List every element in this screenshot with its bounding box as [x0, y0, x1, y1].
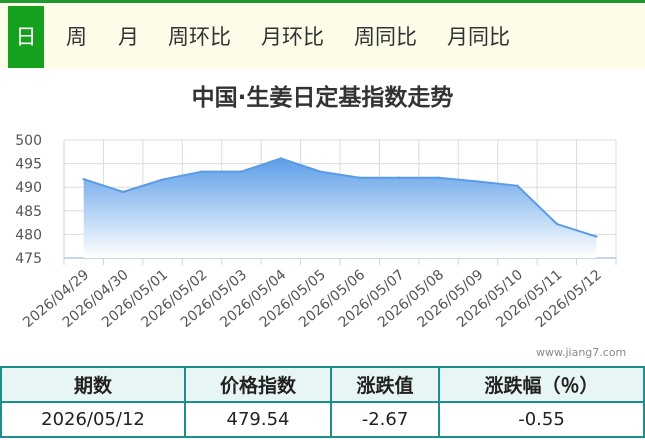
index-trend-chart: 4754804854904955002026/04/292026/04/3020… — [15, 133, 617, 331]
data-point — [82, 177, 85, 181]
data-point — [200, 170, 204, 173]
data-point — [595, 235, 598, 238]
watermark: www.jiang7.com — [536, 346, 627, 359]
y-tick-label: 500 — [15, 133, 42, 149]
data-point — [358, 176, 361, 179]
data-point — [397, 176, 401, 179]
data-point — [476, 180, 480, 183]
header-change-value: 涨跌值 — [330, 366, 440, 403]
data-point — [240, 170, 243, 173]
data-point — [161, 178, 164, 181]
table-row: 2026/05/12 479.54 -2.67 -0.55 — [0, 401, 645, 438]
cell-period: 2026/05/12 — [0, 401, 186, 438]
header-change-percent: 涨跌幅（％） — [438, 366, 645, 403]
data-point — [279, 157, 283, 160]
header-price-index: 价格指数 — [184, 366, 332, 403]
data-point — [516, 184, 519, 187]
data-point — [555, 222, 559, 226]
y-tick-label: 480 — [15, 227, 42, 243]
data-point — [437, 176, 440, 179]
cell-change-percent: -0.55 — [438, 401, 645, 438]
data-point — [319, 170, 322, 173]
data-point — [121, 190, 125, 194]
cell-change-value: -2.67 — [330, 401, 440, 438]
cell-price-index: 479.54 — [184, 401, 332, 438]
y-tick-label: 485 — [15, 204, 42, 220]
x-tick-label: 2026/04/29 — [20, 267, 92, 331]
index-summary-table: 期数 价格指数 涨跌值 涨跌幅（％） 2026/05/12 479.54 -2.… — [0, 366, 645, 438]
y-tick-label: 490 — [15, 180, 42, 196]
table-header-row: 期数 价格指数 涨跌值 涨跌幅（％） — [0, 366, 645, 403]
header-period: 期数 — [0, 366, 186, 403]
y-tick-label: 475 — [15, 251, 42, 267]
y-tick-label: 495 — [15, 157, 42, 173]
